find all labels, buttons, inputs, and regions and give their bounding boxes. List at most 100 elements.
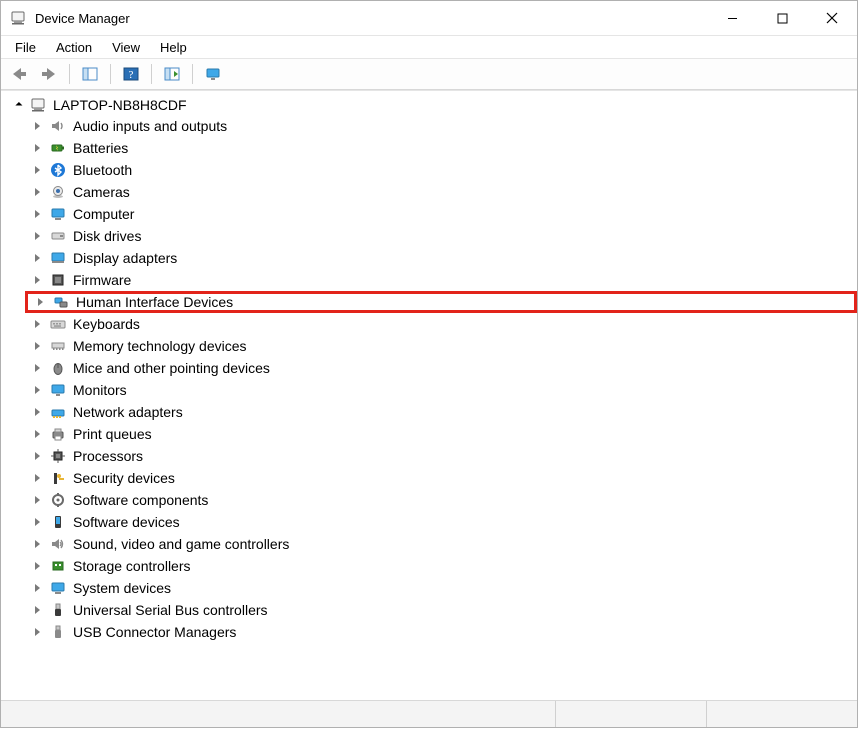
close-button[interactable] [807,1,857,35]
tree-category-row[interactable]: Print queues [25,423,857,445]
tree-category-row[interactable]: Batteries [25,137,857,159]
expand-icon[interactable] [31,186,43,198]
battery-icon [49,139,67,157]
statusbar [1,700,857,727]
expand-icon[interactable] [31,516,43,528]
expand-icon[interactable] [11,99,23,111]
tree-category-row[interactable]: USB Connector Managers [25,621,857,643]
printer-icon [49,425,67,443]
expand-icon[interactable] [31,340,43,352]
firmware-icon [49,271,67,289]
expand-icon[interactable] [31,384,43,396]
usb-icon [49,601,67,619]
expand-icon[interactable] [31,560,43,572]
expand-icon[interactable] [31,362,43,374]
tree-category-row[interactable]: Display adapters [25,247,857,269]
tree-category-row[interactable]: Disk drives [25,225,857,247]
expand-icon[interactable] [31,318,43,330]
software-device-icon [49,513,67,531]
tree-category-row[interactable]: Keyboards [25,313,857,335]
mouse-icon [49,359,67,377]
device-tree[interactable]: LAPTOP-NB8H8CDF Audio inputs and outputs… [1,90,857,700]
category-label: Sound, video and game controllers [73,536,289,552]
category-label: Computer [73,206,134,222]
tree-category-row[interactable]: Universal Serial Bus controllers [25,599,857,621]
expand-icon[interactable] [31,494,43,506]
computer-icon [49,205,67,223]
monitor-icon [49,381,67,399]
menu-view[interactable]: View [104,38,152,57]
titlebar: Device Manager [1,1,857,35]
tree-category-row[interactable]: Storage controllers [25,555,857,577]
maximize-button[interactable] [757,1,807,35]
computer-root-icon [29,96,47,114]
expand-icon[interactable] [34,296,46,308]
tree-category-row[interactable]: Computer [25,203,857,225]
software-component-icon [49,491,67,509]
expand-icon[interactable] [31,142,43,154]
tree-category-row[interactable]: Bluetooth [25,159,857,181]
tree-category-row[interactable]: Cameras [25,181,857,203]
tree-category-row[interactable]: Software devices [25,511,857,533]
tree-category-row[interactable]: Mice and other pointing devices [25,357,857,379]
nav-forward-button[interactable] [35,61,63,87]
menubar: File Action View Help [1,35,857,58]
scan-hardware-button[interactable] [158,61,186,87]
tree-category-row[interactable]: System devices [25,577,857,599]
expand-icon[interactable] [31,164,43,176]
network-icon [49,403,67,421]
expand-icon[interactable] [31,626,43,638]
show-hide-tree-button[interactable] [76,61,104,87]
expand-icon[interactable] [31,120,43,132]
root-label: LAPTOP-NB8H8CDF [53,97,187,113]
expand-icon[interactable] [31,208,43,220]
minimize-button[interactable] [707,1,757,35]
tree-category-row[interactable]: Human Interface Devices [25,291,857,313]
tree-category-row[interactable]: Memory technology devices [25,335,857,357]
category-label: Batteries [73,140,128,156]
expand-icon[interactable] [31,472,43,484]
tree-category-row[interactable]: Software components [25,489,857,511]
tree-category-row[interactable]: Processors [25,445,857,467]
expand-icon[interactable] [31,604,43,616]
storage-icon [49,557,67,575]
category-label: Software components [73,492,208,508]
app-icon [9,9,27,27]
speaker-icon [49,117,67,135]
display-adapter-icon [49,249,67,267]
menu-file[interactable]: File [7,38,48,57]
expand-icon[interactable] [31,538,43,550]
expand-icon[interactable] [31,252,43,264]
expand-icon[interactable] [31,450,43,462]
category-label: Software devices [73,514,180,530]
processor-icon [49,447,67,465]
tree-category-row[interactable]: Network adapters [25,401,857,423]
camera-icon [49,183,67,201]
tree-category-row[interactable]: Firmware [25,269,857,291]
help-button[interactable]: ? [117,61,145,87]
category-label: Firmware [73,272,131,288]
tree-category-row[interactable]: Monitors [25,379,857,401]
nav-back-button[interactable] [5,61,33,87]
memory-icon [49,337,67,355]
category-label: Network adapters [73,404,183,420]
expand-icon[interactable] [31,406,43,418]
monitor-button[interactable] [199,61,227,87]
menu-action[interactable]: Action [48,38,104,57]
category-label: Memory technology devices [73,338,247,354]
toolbar: ? [1,58,857,90]
expand-icon[interactable] [31,274,43,286]
menu-help[interactable]: Help [152,38,199,57]
tree-category-row[interactable]: Audio inputs and outputs [25,115,857,137]
status-cell [555,701,706,727]
expand-icon[interactable] [31,582,43,594]
category-label: Storage controllers [73,558,191,574]
system-icon [49,579,67,597]
tree-root-node[interactable]: LAPTOP-NB8H8CDF [5,95,857,115]
expand-icon[interactable] [31,428,43,440]
usb-connector-icon [49,623,67,641]
tree-category-row[interactable]: Security devices [25,467,857,489]
tree-category-row[interactable]: Sound, video and game controllers [25,533,857,555]
expand-icon[interactable] [31,230,43,242]
category-label: Human Interface Devices [76,294,233,310]
